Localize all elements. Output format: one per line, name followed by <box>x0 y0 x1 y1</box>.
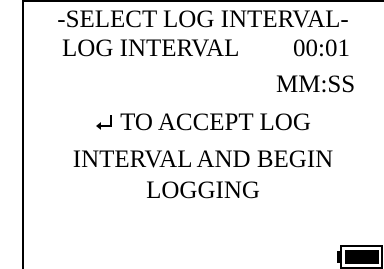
screen-title: -SELECT LOG INTERVAL- <box>57 6 349 33</box>
log-interval-units: MM:SS <box>276 71 356 98</box>
lcd-screen: -SELECT LOG INTERVAL- LOG INTERVAL 00:01… <box>22 0 384 269</box>
accept-instruction-line-1: TO ACCEPT LOG <box>24 108 382 138</box>
accept-instruction-text-1: TO ACCEPT LOG <box>120 109 311 136</box>
log-interval-label: LOG INTERVAL <box>62 35 240 62</box>
accept-instruction-line-2: INTERVAL AND BEGIN <box>72 146 334 173</box>
accept-instruction-line-3: LOGGING <box>146 177 260 204</box>
enter-return-icon <box>96 115 113 130</box>
log-interval-value: 00:01 <box>293 35 350 62</box>
battery-icon <box>337 245 383 269</box>
